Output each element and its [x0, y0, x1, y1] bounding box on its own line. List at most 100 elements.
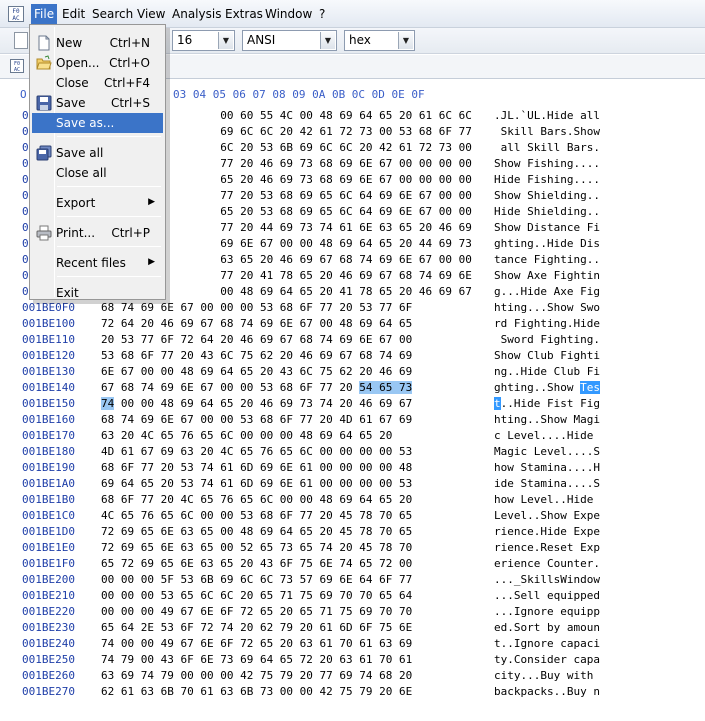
menu-extras[interactable]: Extras	[222, 4, 266, 24]
selected-text[interactable]: t	[494, 397, 501, 410]
hex-row[interactable]: 001BE220 00 00 00 49 67 6E 6F 72 65 20 65…	[0, 604, 705, 620]
row-hex-bytes[interactable]: 62 61 63 6B 70 61 63 6B 73 00 00 42 75 7…	[101, 684, 412, 700]
hex-row[interactable]: 001BE240 74 00 00 49 67 6E 6F 72 65 20 63…	[0, 636, 705, 652]
menu-item-save-all[interactable]: Save all	[32, 143, 163, 163]
hex-row[interactable]: 001BE230 65 64 2E 53 6F 72 74 20 62 79 20…	[0, 620, 705, 636]
row-hex-bytes[interactable]: 65 64 2E 53 6F 72 74 20 62 79 20 61 6D 6…	[101, 620, 412, 636]
selected-bytes[interactable]: 54 65 73	[359, 381, 413, 394]
document-tab-icon[interactable]: F0 AC	[10, 59, 24, 73]
row-ascii[interactable]: tance Fighting..	[494, 252, 600, 268]
row-ascii[interactable]: erience Counter.	[494, 556, 600, 572]
hex-row[interactable]: 001BE130 6E 67 00 00 48 69 64 65 20 43 6C…	[0, 364, 705, 380]
row-hex-bytes[interactable]: 4D 61 67 69 63 20 4C 65 76 65 6C 00 00 0…	[101, 444, 412, 460]
row-ascii[interactable]: Show Axe Fightin	[494, 268, 600, 284]
menu-view[interactable]: View	[134, 4, 168, 24]
row-ascii[interactable]: Hide Fishing....	[494, 172, 600, 188]
menu-help[interactable]: ?	[316, 4, 328, 24]
hex-row[interactable]: 001BE190 68 6F 77 20 53 74 61 6D 69 6E 61…	[0, 460, 705, 476]
hex-row[interactable]: 001BE110 20 53 77 6F 72 64 20 46 69 67 68…	[0, 332, 705, 348]
row-ascii[interactable]: ..._SkillsWindow	[494, 572, 600, 588]
row-ascii[interactable]: ghting..Hide Dis	[494, 236, 600, 252]
hex-row[interactable]: 001BE140 67 68 74 69 6E 67 00 00 53 68 6F…	[0, 380, 705, 396]
hex-row[interactable]: 001BE180 4D 61 67 69 63 20 4C 65 76 65 6C…	[0, 444, 705, 460]
row-ascii[interactable]: hting..Show Magi	[494, 412, 600, 428]
menu-edit[interactable]: Edit	[59, 4, 88, 24]
row-ascii[interactable]: t..Hide Fist Fig	[494, 396, 600, 412]
selected-bytes[interactable]: 74	[101, 397, 115, 410]
menu-item-close[interactable]: Close Ctrl+F4	[32, 73, 163, 93]
row-hex-bytes[interactable]: 68 6F 77 20 53 74 61 6D 69 6E 61 00 00 0…	[101, 460, 412, 476]
hex-row[interactable]: 001BE1C0 4C 65 76 65 6C 00 00 53 68 6F 77…	[0, 508, 705, 524]
row-ascii[interactable]: ty.Consider capa	[494, 652, 600, 668]
row-hex-bytes[interactable]: 63 20 4C 65 76 65 6C 00 00 00 48 69 64 6…	[101, 428, 392, 444]
row-hex-bytes[interactable]: 74 00 00 49 67 6E 6F 72 65 20 63 61 70 6…	[101, 636, 412, 652]
hex-row[interactable]: 001BE1F0 65 72 69 65 6E 63 65 20 43 6F 75…	[0, 556, 705, 572]
row-hex-bytes[interactable]: 72 69 65 6E 63 65 00 52 65 73 65 74 20 4…	[101, 540, 412, 556]
hex-row[interactable]: 001BE250 74 79 00 43 6F 6E 73 69 64 65 72…	[0, 652, 705, 668]
menu-item-exit[interactable]: Exit	[32, 283, 163, 303]
hex-row[interactable]: 001BE1B0 68 6F 77 20 4C 65 76 65 6C 00 00…	[0, 492, 705, 508]
chevron-down-icon[interactable]: ▼	[218, 32, 233, 49]
hex-row[interactable]: 001BE120 53 68 6F 77 20 43 6C 75 62 20 46…	[0, 348, 705, 364]
row-ascii[interactable]: c Level....Hide	[494, 428, 600, 444]
row-ascii[interactable]: Magic Level....S	[494, 444, 600, 460]
chevron-down-icon[interactable]: ▼	[320, 32, 335, 49]
row-hex-bytes[interactable]: 6E 67 00 00 48 69 64 65 20 43 6C 75 62 2…	[101, 364, 412, 380]
selected-text[interactable]: Tes	[580, 381, 600, 394]
row-hex-bytes[interactable]: 20 53 77 6F 72 64 20 46 69 67 68 74 69 6…	[101, 332, 412, 348]
row-hex-bytes[interactable]: 63 69 74 79 00 00 00 42 75 79 20 77 69 7…	[101, 668, 412, 684]
display-mode-select[interactable]: hex ▼	[344, 30, 415, 51]
charset-select[interactable]: ANSI ▼	[242, 30, 337, 51]
hex-row[interactable]: 001BE100 72 64 20 46 69 67 68 74 69 6E 67…	[0, 316, 705, 332]
row-ascii[interactable]: ed.Sort by amoun	[494, 620, 600, 636]
row-ascii[interactable]: rd Fighting.Hide	[494, 316, 600, 332]
menu-item-close-all[interactable]: Close all	[32, 163, 163, 183]
row-ascii[interactable]: t..Ignore capaci	[494, 636, 600, 652]
row-ascii[interactable]: backpacks..Buy n	[494, 684, 600, 700]
menu-file[interactable]: File	[31, 4, 58, 24]
row-ascii[interactable]: .JL.`UL.Hide all	[494, 108, 600, 124]
row-ascii[interactable]: ghting..Show Tes	[494, 380, 600, 396]
row-ascii[interactable]: Hide Shielding..	[494, 204, 600, 220]
row-ascii[interactable]: how Stamina....H	[494, 460, 600, 476]
menu-search[interactable]: Search	[89, 4, 136, 24]
row-ascii[interactable]: Skill Bars.Show	[494, 124, 600, 140]
menu-item-save[interactable]: Save Ctrl+S	[32, 93, 163, 113]
row-hex-bytes[interactable]: 67 68 74 69 6E 67 00 00 53 68 6F 77 20 5…	[101, 380, 413, 396]
row-hex-bytes[interactable]: 00 00 00 49 67 6E 6F 72 65 20 65 71 75 6…	[101, 604, 412, 620]
hex-row[interactable]: 001BE1A0 69 64 65 20 53 74 61 6D 69 6E 61…	[0, 476, 705, 492]
row-hex-bytes[interactable]: 4C 65 76 65 6C 00 00 53 68 6F 77 20 45 7…	[101, 508, 412, 524]
row-ascii[interactable]: how Level..Hide	[494, 492, 600, 508]
menu-window[interactable]: Window	[262, 4, 315, 24]
row-hex-bytes[interactable]: 53 68 6F 77 20 43 6C 75 62 20 46 69 67 6…	[101, 348, 412, 364]
row-ascii[interactable]: ...Sell equipped	[494, 588, 600, 604]
menu-item-open[interactable]: Open... Ctrl+O	[32, 53, 163, 73]
row-ascii[interactable]: Show Shielding..	[494, 188, 600, 204]
menu-item-recent-files[interactable]: Recent files ▶	[32, 253, 163, 273]
row-hex-bytes[interactable]: 65 72 69 65 6E 63 65 20 43 6F 75 6E 74 6…	[101, 556, 412, 572]
row-ascii[interactable]: all Skill Bars.	[494, 140, 600, 156]
row-ascii[interactable]: Level..Show Expe	[494, 508, 600, 524]
menu-item-new[interactable]: New Ctrl+N	[32, 33, 163, 53]
row-ascii[interactable]: hting...Show Swo	[494, 300, 600, 316]
row-hex-bytes[interactable]: 69 64 65 20 53 74 61 6D 69 6E 61 00 00 0…	[101, 476, 412, 492]
row-hex-bytes[interactable]: 68 6F 77 20 4C 65 76 65 6C 00 00 48 69 6…	[101, 492, 412, 508]
menu-analysis[interactable]: Analysis	[169, 4, 224, 24]
row-hex-bytes[interactable]: 00 00 00 53 65 6C 6C 20 65 71 75 69 70 7…	[101, 588, 412, 604]
bytes-per-row-select[interactable]: 16 ▼	[172, 30, 235, 51]
row-hex-bytes[interactable]: 00 00 00 5F 53 6B 69 6C 6C 73 57 69 6E 6…	[101, 572, 412, 588]
row-hex-bytes[interactable]: 68 74 69 6E 67 00 00 53 68 6F 77 20 4D 6…	[101, 412, 412, 428]
row-hex-bytes[interactable]: 72 69 65 6E 63 65 00 48 69 64 65 20 45 7…	[101, 524, 412, 540]
hex-row[interactable]: 001BE170 63 20 4C 65 76 65 6C 00 00 00 48…	[0, 428, 705, 444]
row-ascii[interactable]: ...Ignore equipp	[494, 604, 600, 620]
hex-row[interactable]: 001BE150 74 00 00 48 69 64 65 20 46 69 73…	[0, 396, 705, 412]
hex-row[interactable]: 001BE270 62 61 63 6B 70 61 63 6B 73 00 00…	[0, 684, 705, 700]
hex-row[interactable]: 001BE160 68 74 69 6E 67 00 00 53 68 6F 77…	[0, 412, 705, 428]
row-hex-bytes[interactable]: 74 00 00 48 69 64 65 20 46 69 73 74 20 4…	[101, 396, 412, 412]
hex-row[interactable]: 001BE260 63 69 74 79 00 00 00 42 75 79 20…	[0, 668, 705, 684]
row-ascii[interactable]: Sword Fighting.	[494, 332, 600, 348]
menu-item-print[interactable]: Print... Ctrl+P	[32, 223, 163, 243]
hex-row[interactable]: 001BE1D0 72 69 65 6E 63 65 00 48 69 64 65…	[0, 524, 705, 540]
row-hex-bytes[interactable]: 74 79 00 43 6F 6E 73 69 64 65 72 20 63 6…	[101, 652, 412, 668]
hex-row[interactable]: 001BE210 00 00 00 53 65 6C 6C 20 65 71 75…	[0, 588, 705, 604]
